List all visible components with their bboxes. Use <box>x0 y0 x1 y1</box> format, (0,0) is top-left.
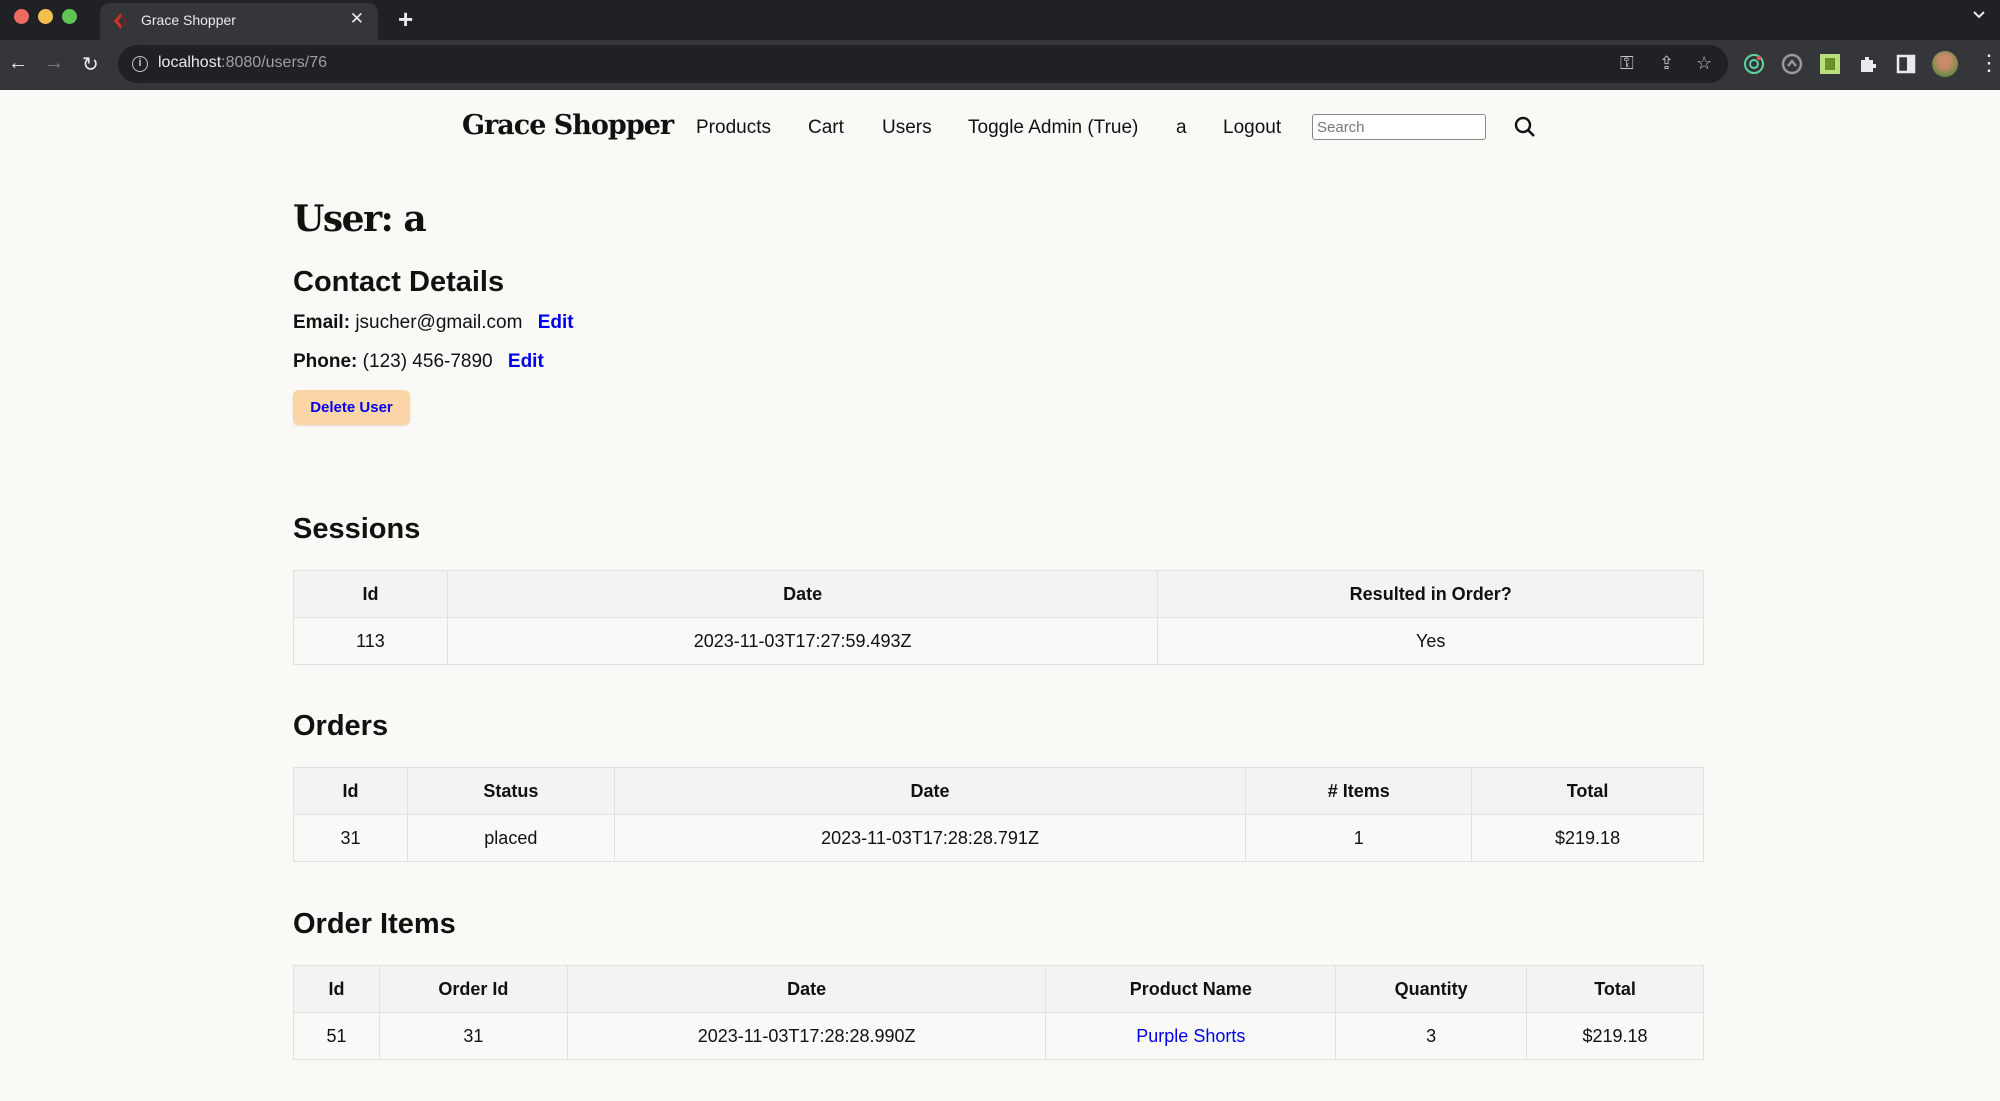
edit-email-link[interactable]: Edit <box>538 312 574 333</box>
nav-logout[interactable]: Logout <box>1223 117 1281 139</box>
forward-icon[interactable]: → <box>44 52 64 75</box>
phone-value: (123) 456-7890 <box>362 351 493 372</box>
session-resulted-cell: Yes <box>1157 617 1704 665</box>
column-header: Id <box>293 965 380 1013</box>
order-status-cell: placed <box>406 814 615 862</box>
search-input[interactable] <box>1312 114 1486 140</box>
column-header: Date <box>446 570 1159 618</box>
site-favicon-icon <box>114 13 128 29</box>
table-header-row: Id Order Id Date Product Name Quantity T… <box>293 965 1704 1013</box>
column-header: Id <box>293 767 408 815</box>
order-id-cell: 31 <box>293 814 408 862</box>
table-row: 51 31 2023-11-03T17:28:28.990Z Purple Sh… <box>293 1012 1704 1060</box>
product-link[interactable]: Purple Shorts <box>1136 1026 1245 1046</box>
column-header: Total <box>1471 767 1704 815</box>
chevron-down-icon[interactable] <box>1972 8 1986 22</box>
item-order-id-cell: 31 <box>378 1012 568 1060</box>
phone-row: Phone: (123) 456-7890 Edit <box>293 351 544 373</box>
column-header: Date <box>613 767 1247 815</box>
key-icon[interactable]: ⚿ <box>1620 53 1634 74</box>
order-date-cell: 2023-11-03T17:28:28.791Z <box>613 814 1247 862</box>
site-info-icon[interactable]: i <box>132 56 148 72</box>
tab-close-icon[interactable]: ✕ <box>350 9 364 29</box>
phone-label: Phone: <box>293 351 358 372</box>
table-header-row: Id Status Date # Items Total <box>293 767 1704 815</box>
bookmark-star-icon[interactable]: ☆ <box>1696 53 1712 74</box>
item-id-cell: 51 <box>293 1012 380 1060</box>
extensions-puzzle-icon[interactable] <box>1857 53 1879 75</box>
column-header: Resulted in Order? <box>1157 570 1704 618</box>
column-header: Date <box>566 965 1047 1013</box>
site-logo[interactable]: Grace Shopper <box>462 110 674 141</box>
new-tab-icon[interactable]: + <box>398 4 413 35</box>
nav-users[interactable]: Users <box>882 117 932 139</box>
table-header-row: Id Date Resulted in Order? <box>293 570 1704 618</box>
order-total-cell: $219.18 <box>1471 814 1704 862</box>
tab-title: Grace Shopper <box>141 12 236 28</box>
extension-radar-icon[interactable] <box>1743 53 1765 75</box>
email-label: Email: <box>293 312 351 333</box>
reload-icon[interactable]: ↻ <box>82 52 99 77</box>
session-date-cell: 2023-11-03T17:27:59.493Z <box>446 617 1159 665</box>
profile-avatar[interactable] <box>1932 51 1958 77</box>
orders-table: Id Status Date # Items Total 31 placed 2… <box>293 767 1704 862</box>
url-text[interactable]: localhost:8080/users/76 <box>158 54 327 72</box>
extension-arrow-icon[interactable] <box>1781 53 1803 75</box>
column-header: # Items <box>1245 767 1473 815</box>
nav-products[interactable]: Products <box>696 117 771 139</box>
order-items-table: Id Order Id Date Product Name Quantity T… <box>293 965 1704 1060</box>
edit-phone-link[interactable]: Edit <box>508 351 544 372</box>
share-icon[interactable]: ⇪ <box>1659 53 1674 74</box>
sessions-table: Id Date Resulted in Order? 113 2023-11-0… <box>293 570 1704 665</box>
nav-current-user[interactable]: a <box>1176 117 1187 139</box>
browser-tab[interactable]: Grace Shopper ✕ <box>100 3 378 40</box>
browser-toolbar: ← → ↻ i localhost:8080/users/76 ⚿ ⇪ ☆ ⋮ <box>0 40 2000 90</box>
back-icon[interactable]: ← <box>8 52 28 75</box>
browser-tab-bar: Grace Shopper ✕ + <box>0 0 2000 40</box>
sessions-heading: Sessions <box>293 513 421 545</box>
delete-user-button[interactable]: Delete User <box>293 390 410 425</box>
column-header: Order Id <box>378 965 568 1013</box>
contact-details-heading: Contact Details <box>293 266 505 298</box>
order-items-heading: Order Items <box>293 908 456 940</box>
orders-heading: Orders <box>293 710 389 742</box>
side-panel-icon[interactable] <box>1895 53 1917 75</box>
search-icon[interactable] <box>1513 115 1537 139</box>
page-title: User: a <box>293 198 427 240</box>
table-row: 113 2023-11-03T17:27:59.493Z Yes <box>293 617 1704 665</box>
column-header: Status <box>406 767 615 815</box>
minimize-window-button[interactable] <box>38 9 53 24</box>
order-items-count-cell: 1 <box>1245 814 1473 862</box>
email-row: Email: jsucher@gmail.com Edit <box>293 312 574 334</box>
nav-toggle-admin[interactable]: Toggle Admin (True) <box>968 117 1138 139</box>
table-row: 31 placed 2023-11-03T17:28:28.791Z 1 $21… <box>293 814 1704 862</box>
site-navbar: Grace Shopper Products Cart Users Toggle… <box>0 90 2000 165</box>
nav-cart[interactable]: Cart <box>808 117 844 139</box>
email-value: jsucher@gmail.com <box>355 312 523 333</box>
column-header: Total <box>1526 965 1704 1013</box>
item-product-cell: Purple Shorts <box>1045 1012 1337 1060</box>
browser-menu-icon[interactable]: ⋮ <box>1978 50 2000 76</box>
address-bar[interactable]: i localhost:8080/users/76 ⚿ ⇪ ☆ <box>118 45 1728 83</box>
item-date-cell: 2023-11-03T17:28:28.990Z <box>566 1012 1047 1060</box>
extension-green-icon[interactable] <box>1819 53 1841 75</box>
column-header: Id <box>293 570 448 618</box>
session-id-cell: 113 <box>293 617 448 665</box>
maximize-window-button[interactable] <box>62 9 77 24</box>
item-quantity-cell: 3 <box>1335 1012 1528 1060</box>
item-total-cell: $219.18 <box>1526 1012 1704 1060</box>
column-header: Product Name <box>1045 965 1337 1013</box>
column-header: Quantity <box>1335 965 1528 1013</box>
close-window-button[interactable] <box>14 9 29 24</box>
